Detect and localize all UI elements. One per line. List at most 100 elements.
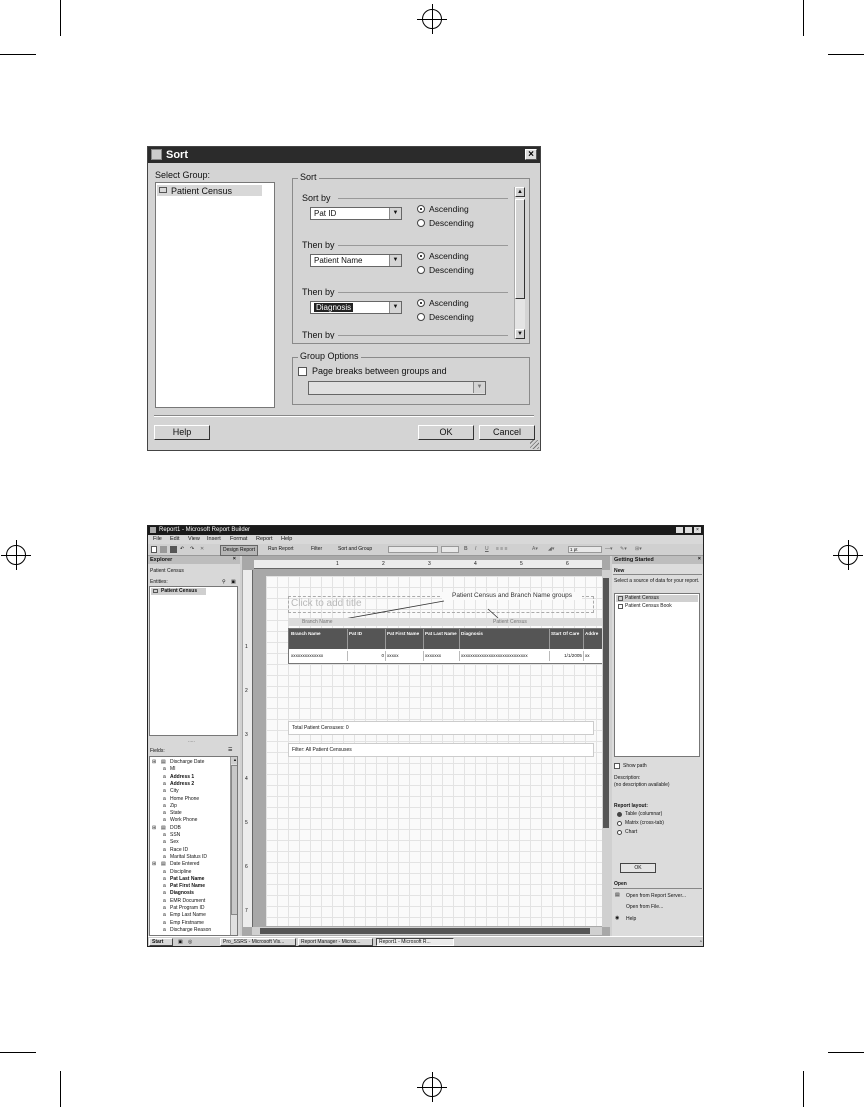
menu-insert[interactable]: Insert — [207, 536, 221, 542]
report-page[interactable]: Click to add title Patient Census and Br… — [266, 576, 604, 926]
table-header-cell[interactable]: Pat First Name — [387, 631, 422, 636]
save-icon[interactable] — [170, 546, 177, 553]
page-breaks-select[interactable]: ▼ — [308, 381, 486, 395]
taskbar-item[interactable]: Report Manager - Micros... — [298, 938, 373, 946]
line-style-icon[interactable]: —▾ — [605, 545, 613, 554]
field-item[interactable]: DOB — [170, 825, 181, 831]
scroll-thumb[interactable] — [260, 928, 590, 934]
field-item[interactable]: SSN — [170, 832, 180, 838]
sort-field-select[interactable]: Patient Name ▼ — [310, 254, 402, 267]
ok-button[interactable]: OK — [620, 863, 656, 873]
scrollbar[interactable]: ▲ — [230, 757, 237, 935]
menu-help[interactable]: Help — [281, 536, 292, 542]
search-icon[interactable]: ⚲ — [222, 579, 226, 585]
table-cell[interactable]: xxxxxxxxxxxxxxxxxxxxxxxxxxxxx — [461, 653, 548, 658]
entities-list[interactable]: Patient Census — [149, 586, 238, 736]
scroll-up-icon[interactable]: ▲ — [515, 187, 525, 197]
list-item[interactable]: Patient Census — [616, 595, 698, 602]
table-row[interactable]: xxxxxxxxxxxxxx 0 xxxxx xxxxxxx xxxxxxxxxxxxx… — [289, 651, 603, 661]
field-item[interactable]: Pat Last Name — [170, 876, 204, 882]
vertical-scrollbar[interactable] — [602, 570, 610, 927]
field-item[interactable]: Emp Last Name — [170, 912, 206, 918]
field-item[interactable]: EMR Document — [170, 898, 205, 904]
field-item[interactable]: Emp Firstname — [170, 920, 204, 926]
bold-icon[interactable]: B — [464, 545, 468, 554]
sort-field-select[interactable]: Diagnosis ▼ — [310, 301, 402, 314]
source-list[interactable]: Patient Census Patient Census Book — [614, 593, 700, 757]
table-header-cell[interactable]: Pat ID — [349, 631, 384, 636]
close-icon[interactable]: × — [233, 556, 236, 562]
scrollbar[interactable]: ▲ ▼ — [514, 187, 525, 339]
delete-icon[interactable]: ✕ — [200, 545, 204, 554]
maximize-icon[interactable] — [685, 527, 692, 533]
scroll-thumb[interactable] — [515, 199, 525, 299]
chevron-down-icon[interactable]: ▼ — [389, 208, 401, 219]
menu-file[interactable]: File — [153, 536, 162, 542]
quick-launch-icon[interactable]: ◎ — [188, 939, 192, 945]
field-item[interactable]: Address 2 — [170, 781, 194, 787]
fields-view-icon[interactable]: ☰ — [228, 747, 232, 753]
open-server-link[interactable]: Open from Report Server... — [626, 893, 686, 899]
undo-icon[interactable]: ↶ — [180, 545, 184, 554]
menu-view[interactable]: View — [188, 536, 200, 542]
descending-radio[interactable] — [417, 313, 425, 321]
ok-button[interactable]: OK — [418, 425, 474, 440]
help-button[interactable]: Help — [154, 425, 210, 440]
redo-icon[interactable]: ↷ — [190, 545, 194, 554]
scroll-down-icon[interactable]: ▼ — [515, 329, 525, 339]
font-select[interactable] — [388, 546, 438, 553]
table-cell[interactable]: xx — [585, 653, 602, 658]
sort-group-button[interactable]: Sort and Group — [338, 545, 372, 554]
view-icon[interactable]: ▣ — [231, 579, 236, 585]
field-item[interactable]: Discipline — [170, 869, 191, 875]
table-header-cell[interactable]: Diagnosis — [461, 631, 548, 636]
chevron-down-icon[interactable]: ▼ — [389, 255, 401, 266]
table-header-cell[interactable]: Start Of Care — [551, 631, 582, 636]
menu-edit[interactable]: Edit — [170, 536, 179, 542]
layout-chart-radio[interactable] — [617, 830, 622, 835]
descending-radio[interactable] — [417, 219, 425, 227]
ascending-radio[interactable] — [417, 252, 425, 260]
expand-icon[interactable]: ⊞ — [152, 759, 156, 765]
minimize-icon[interactable] — [676, 527, 683, 533]
italic-icon[interactable]: I — [475, 545, 476, 554]
chevron-down-icon[interactable]: ▼ — [389, 302, 401, 313]
layout-table-radio[interactable] — [617, 812, 622, 817]
table-cell[interactable]: xxxxxxxxxxxxxx — [291, 653, 346, 658]
field-item[interactable]: Race ID — [170, 847, 188, 853]
table-header-cell[interactable]: Branch Name — [291, 631, 346, 636]
group-bar[interactable]: Branch Name Patient Census — [288, 618, 602, 626]
descending-radio[interactable] — [417, 266, 425, 274]
show-path-checkbox[interactable] — [614, 763, 620, 769]
close-icon[interactable]: × — [698, 556, 701, 562]
quick-launch-icon[interactable]: ▣ — [178, 939, 183, 945]
underline-icon[interactable]: U — [485, 545, 489, 554]
filter-textbox[interactable]: Filter: All Patient Censuses — [288, 743, 594, 757]
design-report-button[interactable]: Design Report — [220, 545, 258, 556]
field-item[interactable]: Discharge Date — [170, 759, 204, 765]
scroll-up-icon[interactable]: ▲ — [231, 757, 237, 764]
field-item[interactable]: Zip — [170, 803, 177, 809]
fields-list[interactable]: ⊞ ▤ Discharge Date a MI a Address 1 a Address 2 a… — [149, 756, 238, 936]
list-item[interactable]: Patient Census Book — [616, 603, 698, 610]
new-icon[interactable] — [151, 546, 157, 553]
cancel-button[interactable]: Cancel — [479, 425, 535, 440]
scroll-thumb[interactable] — [231, 765, 237, 915]
field-item[interactable]: Sex — [170, 839, 179, 845]
table-cell[interactable]: 0 — [349, 653, 384, 658]
table-header-cell[interactable]: Pat Last Name — [425, 631, 458, 636]
filter-button[interactable]: Filter — [311, 545, 322, 554]
field-item[interactable]: Marital Status ID — [170, 854, 207, 860]
page-breaks-checkbox[interactable] — [298, 367, 307, 376]
resize-grip-icon[interactable] — [530, 440, 539, 449]
list-item[interactable]: Patient Census — [151, 588, 206, 595]
splitter-grip[interactable]: ..... — [188, 738, 195, 744]
close-icon[interactable]: × — [525, 149, 537, 160]
field-item[interactable]: Work Phone — [170, 817, 197, 823]
run-report-button[interactable]: Run Report — [268, 545, 294, 554]
layout-matrix-radio[interactable] — [617, 821, 622, 826]
field-item[interactable]: Date Entered — [170, 861, 199, 867]
table-header-cell[interactable]: Addre — [585, 631, 602, 636]
taskbar-item[interactable]: Pro_SSRS - Microsoft Vis... — [220, 938, 296, 946]
field-item[interactable]: State — [170, 810, 182, 816]
